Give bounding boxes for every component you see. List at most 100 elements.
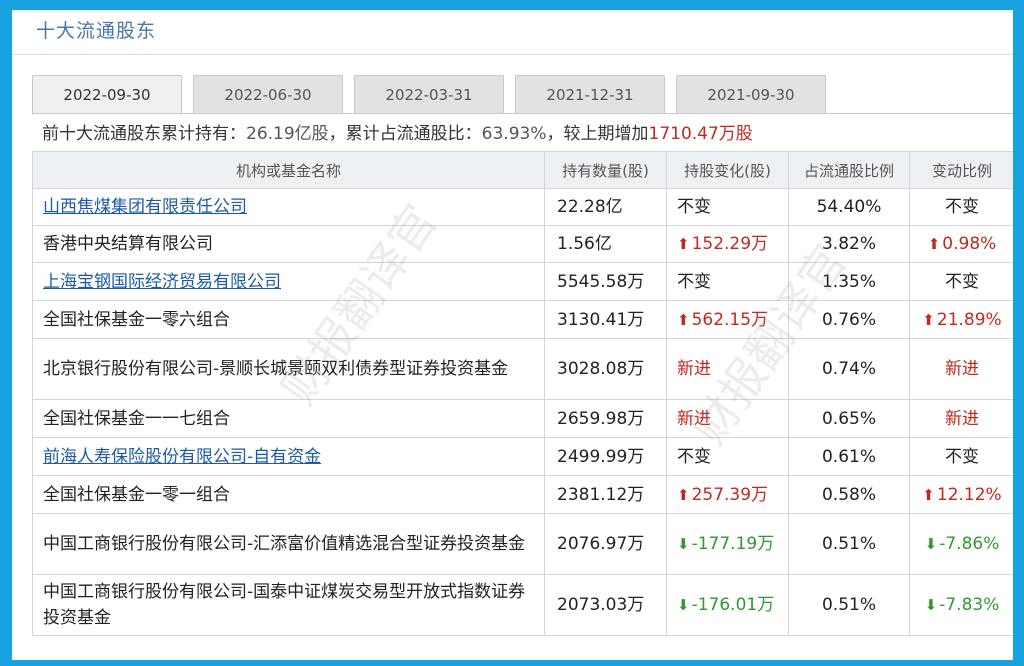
cell-change-value: -176.01万 xyxy=(691,595,775,615)
table-row: 全国社保基金一一七组合 2659.98万 新进 0.65% 新进 xyxy=(32,399,1013,438)
cell-ratio: 0.51% xyxy=(788,574,910,636)
cell-ratio: 3.82% xyxy=(788,225,910,263)
arrow-down-icon: ⬇ xyxy=(924,535,938,553)
header-change: 持股变化(股) xyxy=(666,151,789,189)
cell-hold: 1.56亿 xyxy=(544,225,667,263)
summary-prefix: 前十大流通股东累计持有： xyxy=(42,124,246,144)
cell-name: 全国社保基金一一七组合 xyxy=(32,399,545,438)
cell-var-value: 0.98% xyxy=(942,234,997,254)
cell-hold: 2073.03万 xyxy=(544,574,667,636)
cell-var: ⬆ 12.12% xyxy=(909,475,1013,514)
cell-change-value: -177.19万 xyxy=(691,534,775,554)
cell-hold: 2499.99万 xyxy=(544,437,667,476)
cell-hold: 5545.58万 xyxy=(544,262,667,301)
cell-ratio: 0.76% xyxy=(788,300,910,339)
shareholder-name: 北京银行股份有限公司-景顺长城景颐双利债券型证券投资基金 xyxy=(43,359,509,379)
header-var: 变动比例 xyxy=(909,151,1013,189)
cell-change: ⬇ -176.01万 xyxy=(666,574,789,636)
cell-change-value: 不变 xyxy=(677,271,711,292)
shareholder-name: 中国工商银行股份有限公司-汇添富价值精选混合型证券投资基金 xyxy=(43,534,526,554)
cell-ratio: 0.74% xyxy=(788,338,910,400)
table-row: 全国社保基金一零一组合 2381.12万 ⬆ 257.39万 0.58% ⬆ 12.12% xyxy=(32,475,1013,514)
cell-change-value: 不变 xyxy=(677,197,711,217)
table-row: 中国工商银行股份有限公司-国泰中证煤炭交易型开放式指数证券投资基金 2073.03… xyxy=(32,574,1013,636)
arrow-up-icon: ⬆ xyxy=(922,485,935,504)
cell-var-value: 不变 xyxy=(945,446,979,467)
cell-var-value: -7.86% xyxy=(939,534,1000,554)
shareholder-name: 全国社保基金一零六组合 xyxy=(43,309,230,330)
tab-2022-09-30[interactable]: 2022-09-30 xyxy=(32,75,182,113)
tab-2022-06-30[interactable]: 2022-06-30 xyxy=(193,75,343,113)
cell-var-value: -7.83% xyxy=(939,595,1000,615)
shareholders-table: 机构或基金名称 持有数量(股) 持股变化(股) 占流通股比例 变动比例 山西焦煤… xyxy=(32,151,1013,636)
table-row: 北京银行股份有限公司-景顺长城景颐双利债券型证券投资基金 3028.08万 新进 0.… xyxy=(32,338,1013,400)
header-hold: 持有数量(股) xyxy=(544,151,667,189)
arrow-up-icon: ⬆ xyxy=(927,235,941,253)
cell-change: ⬇ -177.19万 xyxy=(666,513,789,575)
cell-change: 不变 xyxy=(666,188,789,226)
cell-name: 全国社保基金一零六组合 xyxy=(32,300,545,339)
cell-name: 全国社保基金一零一组合 xyxy=(32,475,545,514)
cell-ratio: 1.35% xyxy=(788,262,910,301)
cell-var-value: 新进 xyxy=(945,408,979,429)
cell-change-value: 257.39万 xyxy=(691,484,769,505)
table-row: 前海人寿保险股份有限公司-自有资金 2499.99万 不变 0.61% 不变 xyxy=(32,437,1013,476)
arrow-up-icon: ⬆ xyxy=(677,310,690,329)
cell-var: 新进 xyxy=(909,399,1013,438)
cell-var: ⬇ -7.83% xyxy=(909,574,1013,636)
cell-change: ⬆ 562.15万 xyxy=(666,300,789,339)
tab-2021-09-30[interactable]: 2021-09-30 xyxy=(676,75,826,113)
cell-change-value: 不变 xyxy=(677,446,711,467)
cell-var: 不变 xyxy=(909,188,1013,226)
cell-var-value: 21.89% xyxy=(936,309,1002,330)
cell-name: 前海人寿保险股份有限公司-自有资金 xyxy=(32,437,545,476)
shareholder-name: 香港中央结算有限公司 xyxy=(43,234,213,254)
table-row: 全国社保基金一零六组合 3130.41万 ⬆ 562.15万 0.76% ⬆ 21.89% xyxy=(32,300,1013,339)
panel-header: 十大流通股东 xyxy=(12,10,1013,55)
tab-2022-03-31[interactable]: 2022-03-31 xyxy=(354,75,504,113)
table-body: 山西焦煤集团有限责任公司 22.28亿 不变 54.40% 不变 香港中央结算有限公司 1.… xyxy=(32,188,1013,636)
summary-line: 前十大流通股东累计持有：26.19亿股，累计占流通股比：63.93%，较上期增加… xyxy=(42,120,753,152)
arrow-up-icon: ⬆ xyxy=(922,310,935,329)
arrow-down-icon: ⬇ xyxy=(924,596,938,614)
cell-name: 山西焦煤集团有限责任公司 xyxy=(32,188,545,226)
arrow-down-icon: ⬇ xyxy=(677,596,690,614)
table-row: 香港中央结算有限公司 1.56亿 ⬆ 152.29万 3.82% ⬆ 0.98% xyxy=(32,225,1013,263)
cell-change-value: 新进 xyxy=(677,408,711,429)
cell-name: 北京银行股份有限公司-景顺长城景颐双利债券型证券投资基金 xyxy=(32,338,545,400)
cell-change: 不变 xyxy=(666,262,789,301)
cell-var-value: 不变 xyxy=(945,271,979,292)
shareholder-link[interactable]: 山西焦煤集团有限责任公司 xyxy=(43,197,247,217)
arrow-up-icon: ⬆ xyxy=(677,235,690,253)
cell-ratio: 54.40% xyxy=(788,188,910,226)
cell-hold: 22.28亿 xyxy=(544,188,667,226)
cell-hold: 2659.98万 xyxy=(544,399,667,438)
table-header-row: 机构或基金名称 持有数量(股) 持股变化(股) 占流通股比例 变动比例 xyxy=(32,151,1013,189)
cell-change-value: 152.29万 xyxy=(691,234,769,254)
summary-ratio: 63.93% xyxy=(481,124,547,144)
cell-hold: 3028.08万 xyxy=(544,338,667,400)
cell-name: 香港中央结算有限公司 xyxy=(32,225,545,263)
table-row: 山西焦煤集团有限责任公司 22.28亿 不变 54.40% 不变 xyxy=(32,188,1013,226)
cell-ratio: 0.61% xyxy=(788,437,910,476)
cell-change: 新进 xyxy=(666,338,789,400)
arrow-up-icon: ⬆ xyxy=(677,485,690,504)
shareholders-panel: 十大流通股东 2022-09-30 2022-06-30 2022-03-31 … xyxy=(12,10,1013,660)
cell-hold: 2381.12万 xyxy=(544,475,667,514)
cell-change-value: 新进 xyxy=(677,359,711,379)
cell-var: 新进 xyxy=(909,338,1013,400)
cell-var: ⬇ -7.86% xyxy=(909,513,1013,575)
summary-mid: ，累计占流通股比： xyxy=(328,124,482,144)
cell-name: 中国工商银行股份有限公司-汇添富价值精选混合型证券投资基金 xyxy=(32,513,545,575)
cell-var-value: 新进 xyxy=(945,359,979,379)
cell-var: 不变 xyxy=(909,262,1013,301)
cell-ratio: 0.51% xyxy=(788,513,910,575)
cell-name: 中国工商银行股份有限公司-国泰中证煤炭交易型开放式指数证券投资基金 xyxy=(32,574,545,636)
cell-change: ⬆ 257.39万 xyxy=(666,475,789,514)
cell-name: 上海宝钢国际经济贸易有限公司 xyxy=(32,262,545,301)
shareholder-link[interactable]: 前海人寿保险股份有限公司-自有资金 xyxy=(43,447,321,467)
shareholder-link[interactable]: 上海宝钢国际经济贸易有限公司 xyxy=(43,272,281,292)
tabs-divider xyxy=(32,113,1013,114)
cell-change: 不变 xyxy=(666,437,789,476)
tab-2021-12-31[interactable]: 2021-12-31 xyxy=(515,75,665,113)
